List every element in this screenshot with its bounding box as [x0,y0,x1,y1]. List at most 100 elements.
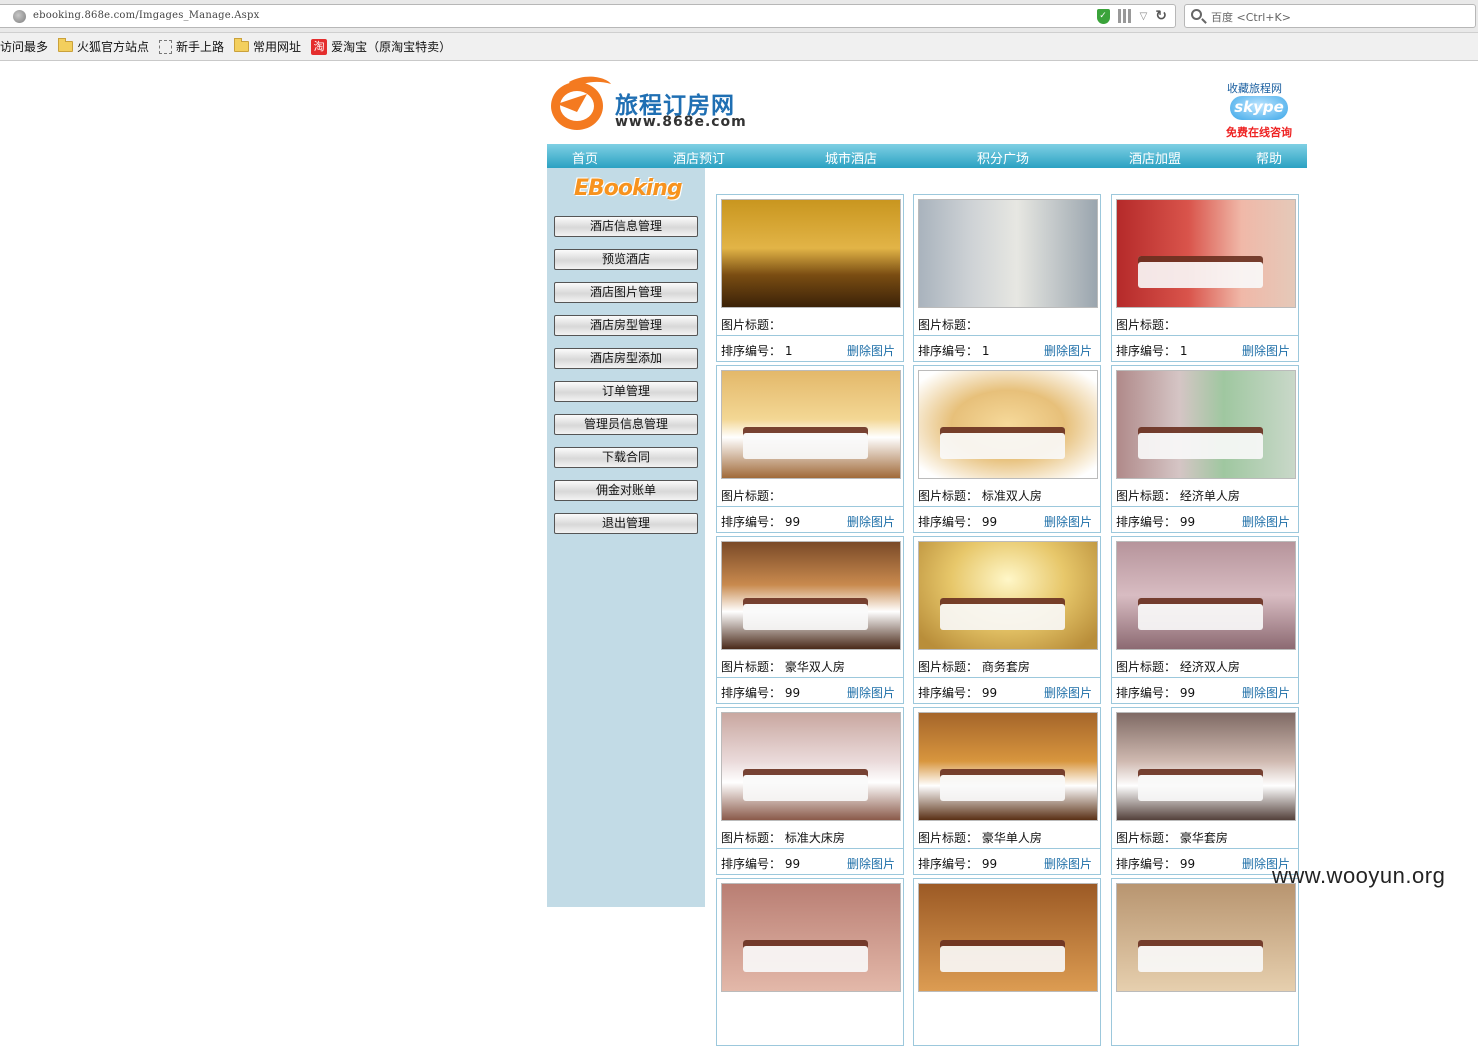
hotel-photo[interactable] [1116,370,1296,479]
image-title: 图片标题： [721,318,782,332]
bookmark-firefox-sites[interactable]: 火狐官方站点 [58,38,149,55]
hotel-photo[interactable] [1116,199,1296,308]
delete-image-link[interactable]: 删除图片 [1044,684,1092,701]
hotel-info-button[interactable]: 酒店信息管理 [554,216,698,237]
admin-info-button[interactable]: 管理员信息管理 [554,414,698,435]
bookmark-ai-taobao[interactable]: 淘爱淘宝（原淘宝特卖） [311,38,451,55]
delete-image-link[interactable]: 删除图片 [1242,342,1290,359]
bed-shape [940,939,1065,972]
nav-hotel-join[interactable]: 酒店加盟 [1129,148,1181,167]
image-card: 图片标题： 标准双人房 排序编号： 99 删除图片 [913,365,1101,533]
image-title: 图片标题： [1116,318,1177,332]
dropdown-arrow-icon[interactable]: ▽ [1140,11,1148,22]
divider [1112,677,1298,678]
commission-statement-button[interactable]: 佣金对账单 [554,480,698,501]
preview-hotel-button[interactable]: 预览酒店 [554,249,698,270]
divider [717,335,903,336]
download-contract-button[interactable]: 下载合同 [554,447,698,468]
divider [914,335,1100,336]
image-grid: 图片标题： 排序编号： 1 删除图片 图片标题： 排序编号： 1 删除图片 图片标题： 排序编… [705,168,1307,1046]
image-card: 图片标题： 经济双人房 排序编号： 99 删除图片 [1111,536,1299,704]
delete-image-link[interactable]: 删除图片 [847,342,895,359]
orders-button[interactable]: 订单管理 [554,381,698,402]
hotel-photo[interactable] [918,712,1098,821]
delete-image-link[interactable]: 删除图片 [1044,513,1092,530]
image-card: 图片标题： 豪华单人房 排序编号： 99 删除图片 [913,707,1101,875]
url-text[interactable]: ebooking.868e.com/Imgages_Manage.Aspx [33,10,259,21]
qr-code-icon[interactable] [1117,9,1132,23]
browser-toolbar: ebooking.868e.com/Imgages_Manage.Aspx ✓ … [0,0,1478,33]
bookmark-label: 常用网址 [253,40,302,54]
image-title: 图片标题： 商务套房 [918,660,1030,674]
url-bar[interactable]: ebooking.868e.com/Imgages_Manage.Aspx ✓ … [0,4,1176,28]
bookmark-common-sites[interactable]: 常用网址 [234,38,301,55]
delete-image-link[interactable]: 删除图片 [1044,342,1092,359]
bed-shape [743,426,868,459]
nav-city-hotels[interactable]: 城市酒店 [825,148,877,167]
image-title: 图片标题： 标准双人房 [918,489,1042,503]
sort-order: 排序编号： 99 [721,686,801,700]
nav-hotel-booking[interactable]: 酒店预订 [673,148,725,167]
image-title: 图片标题： 豪华套房 [1116,831,1228,845]
delete-image-link[interactable]: 删除图片 [1044,855,1092,872]
delete-image-link[interactable]: 删除图片 [847,855,895,872]
bookmark-getting-started[interactable]: 新手上路 [159,38,224,55]
divider [1112,335,1298,336]
add-room-type-button[interactable]: 酒店房型添加 [554,348,698,369]
bed-shape [940,768,1065,801]
bed-shape [1138,939,1263,972]
page: 旅程订房网 www.868e.com 收藏旅程网 skype 免费在线咨询 首页… [547,62,1307,1046]
watermark: www.wooyun.org [1272,863,1446,888]
bookmark-label: 爱淘宝（原淘宝特卖） [331,40,452,54]
room-types-button[interactable]: 酒店房型管理 [554,315,698,336]
sidebar: EBooking 酒店信息管理 预览酒店 酒店图片管理 酒店房型管理 酒店房型添… [547,168,705,907]
hotel-photo[interactable] [721,370,901,479]
bed-shape [940,597,1065,630]
hotel-photo[interactable] [918,370,1098,479]
divider [914,506,1100,507]
hotel-photo[interactable] [721,712,901,821]
delete-image-link[interactable]: 删除图片 [847,513,895,530]
hotel-photo[interactable] [721,883,901,992]
divider [1112,506,1298,507]
nav-home[interactable]: 首页 [572,148,598,167]
hotel-photo[interactable] [721,199,901,308]
logo-url: www.868e.com [615,114,747,130]
image-title: 图片标题： 标准大床房 [721,831,845,845]
delete-image-link[interactable]: 删除图片 [1242,684,1290,701]
divider [717,677,903,678]
hotel-photo[interactable] [1116,541,1296,650]
hotel-photo[interactable] [1116,883,1296,992]
hotel-photo[interactable] [721,541,901,650]
delete-image-link[interactable]: 删除图片 [847,684,895,701]
online-consult-link[interactable]: 免费在线咨询 [1226,124,1292,140]
search-input[interactable]: 百度 <Ctrl+K> [1184,4,1476,28]
reload-icon[interactable]: ↻ [1155,8,1167,24]
logo-plane-icon[interactable] [547,74,611,132]
image-title: 图片标题： [918,318,979,332]
image-card [1111,878,1299,1046]
bed-shape [743,768,868,801]
hotel-photo[interactable] [1116,712,1296,821]
delete-image-link[interactable]: 删除图片 [1242,513,1290,530]
image-card: 图片标题： 排序编号： 99 删除图片 [716,365,904,533]
skype-button[interactable]: skype [1230,96,1288,120]
logout-button[interactable]: 退出管理 [554,513,698,534]
nav-help[interactable]: 帮助 [1256,148,1282,167]
hotel-photo[interactable] [918,541,1098,650]
globe-icon [13,10,26,23]
nav-points-plaza[interactable]: 积分广场 [977,148,1029,167]
bookmark-label: 火狐官方站点 [77,40,150,54]
bookmark-label: 访问最多 [0,40,49,54]
sort-order: 排序编号： 1 [721,344,793,358]
image-title: 图片标题： 经济单人房 [1116,489,1240,503]
image-card [716,878,904,1046]
image-title: 图片标题： 经济双人房 [1116,660,1240,674]
hotel-photo[interactable] [918,199,1098,308]
bookmark-most-visited[interactable]: 访问最多 [0,38,48,55]
shield-icon[interactable]: ✓ [1096,8,1110,24]
divider [914,677,1100,678]
hotel-images-button[interactable]: 酒店图片管理 [554,282,698,303]
favorite-link[interactable]: 收藏旅程网 [1227,80,1282,96]
hotel-photo[interactable] [918,883,1098,992]
